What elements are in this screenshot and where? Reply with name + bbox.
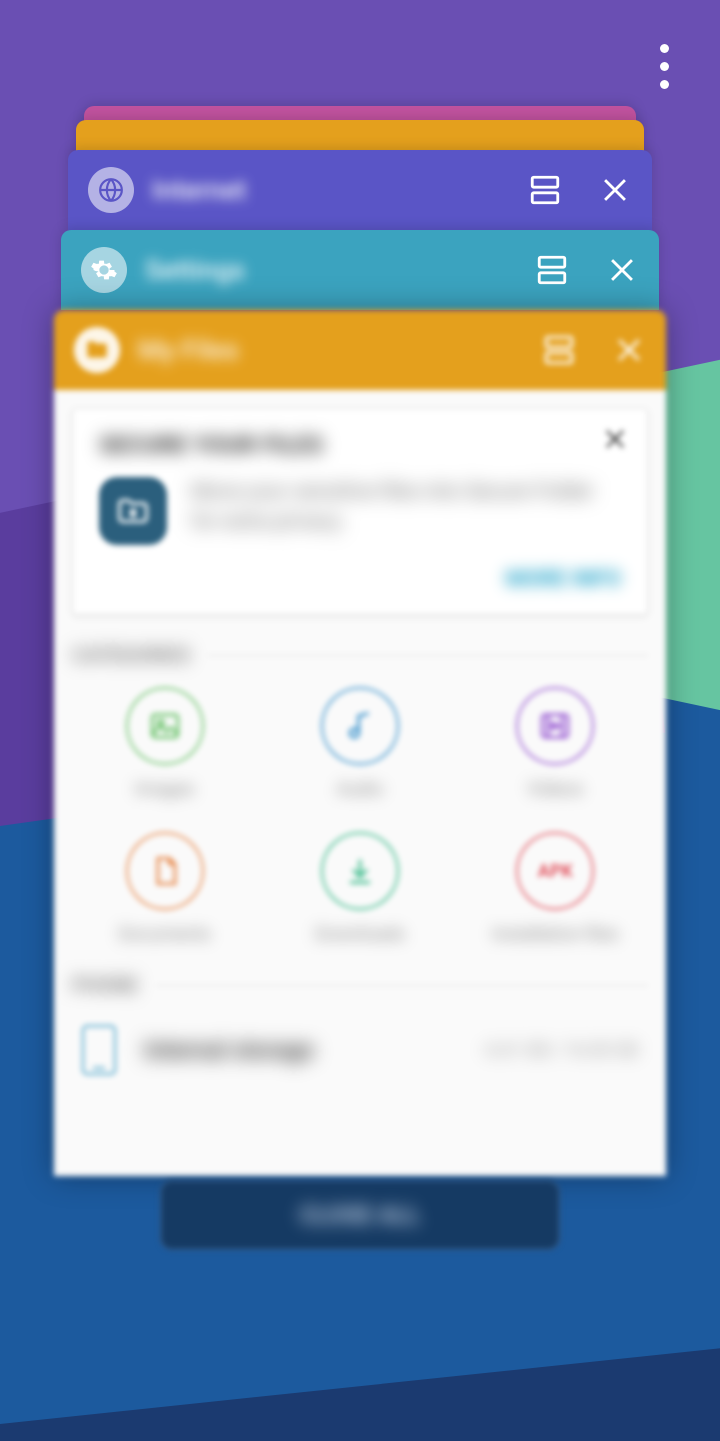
recent-card-myfiles[interactable]: My Files SECURE YOUR FILES Move your bbox=[54, 310, 666, 1176]
category-audio[interactable]: Audio bbox=[321, 687, 399, 800]
app-title: My Files bbox=[138, 334, 239, 366]
internal-storage-row[interactable]: Internal storage 6.61 GB / 16.00 GB bbox=[72, 1017, 648, 1083]
apk-icon: APK bbox=[516, 832, 594, 910]
recent-card-settings[interactable]: Settings bbox=[61, 230, 659, 310]
promo-card: SECURE YOUR FILES Move your sensitive fi… bbox=[72, 408, 648, 615]
document-icon bbox=[126, 832, 204, 910]
category-images[interactable]: Images bbox=[126, 687, 204, 800]
section-phone-label: PHONE bbox=[72, 973, 138, 997]
globe-icon bbox=[88, 167, 134, 213]
close-icon[interactable] bbox=[598, 173, 632, 207]
storage-size: 6.61 GB / 16.00 GB bbox=[485, 1040, 638, 1061]
app-title: Internet bbox=[152, 174, 246, 206]
promo-description: Move your sensitive files into Secure Fo… bbox=[191, 477, 621, 545]
recents-card-stack: Internet Settings My Files bbox=[54, 106, 666, 1176]
phone-icon bbox=[82, 1025, 116, 1075]
video-icon bbox=[516, 687, 594, 765]
gear-icon bbox=[81, 247, 127, 293]
promo-link[interactable]: MORE INFO bbox=[99, 567, 621, 592]
close-icon[interactable] bbox=[605, 253, 639, 287]
category-apk[interactable]: APK Installation files bbox=[492, 832, 618, 945]
promo-title: SECURE YOUR FILES bbox=[99, 431, 621, 459]
storage-name: Internal storage bbox=[144, 1036, 457, 1064]
category-documents[interactable]: Documents bbox=[119, 832, 211, 945]
split-view-icon[interactable] bbox=[535, 253, 569, 287]
music-icon bbox=[321, 687, 399, 765]
app-title: Settings bbox=[145, 254, 245, 286]
myfiles-body: SECURE YOUR FILES Move your sensitive fi… bbox=[54, 390, 666, 1176]
close-all-button[interactable]: CLOSE ALL bbox=[160, 1180, 560, 1250]
folder-icon bbox=[74, 327, 120, 373]
more-options-menu[interactable] bbox=[644, 36, 684, 96]
recent-card-internet[interactable]: Internet bbox=[68, 150, 652, 230]
split-view-icon[interactable] bbox=[542, 333, 576, 367]
category-videos[interactable]: Videos bbox=[516, 687, 594, 800]
image-icon bbox=[126, 687, 204, 765]
close-icon[interactable] bbox=[612, 333, 646, 367]
category-downloads[interactable]: Downloads bbox=[315, 832, 404, 945]
secure-folder-icon bbox=[99, 477, 167, 545]
categories-grid: Images Audio Videos bbox=[72, 687, 648, 945]
split-view-icon[interactable] bbox=[528, 173, 562, 207]
section-categories-label: CATEGORIES bbox=[72, 643, 190, 667]
download-icon bbox=[321, 832, 399, 910]
